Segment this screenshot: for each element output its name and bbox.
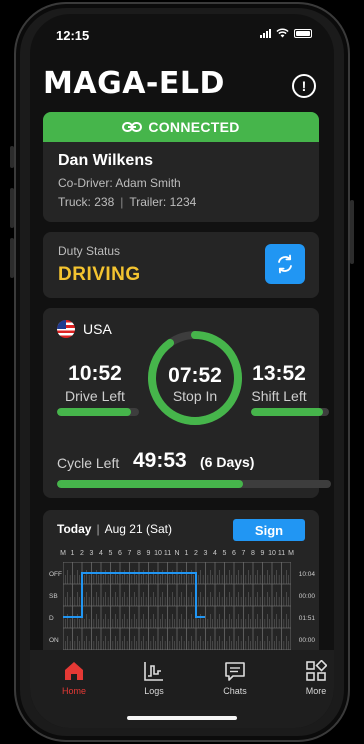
log-hour-label: 7 [127,550,132,557]
row-total-d: 01:51 [298,615,315,622]
log-hour-label: 1 [70,550,75,557]
truck-number: Truck: 238 [58,195,115,209]
log-hour-label: 6 [232,550,236,557]
battery-icon [294,28,312,38]
log-hour-label: 5 [222,550,227,557]
log-hour-label: 10 [268,550,276,557]
app-screen: 12:15 MAGA-ELD ! CONNECTED Dan Wilkens C… [30,14,334,728]
daily-log-card[interactable]: Today | Aug 21 (Sat) Sign M 1 2 3 4 5 6 7 8 9 10 11… [43,510,319,670]
stop-in-time: 07:52 [168,364,222,387]
shift-left-progress [251,408,329,416]
driver-card: CONNECTED Dan Wilkens Co-Driver: Adam Sm… [43,112,319,222]
sign-button[interactable]: Sign [233,519,305,541]
connection-status-bar[interactable]: CONNECTED [43,112,319,142]
bottom-navigation: Home Logs Chats More [30,650,334,728]
country-label: USA [83,321,112,337]
cycle-left-time: 49:53 [133,449,187,472]
log-hour-label: 3 [203,550,208,557]
more-grid-icon [306,660,327,681]
trailer-number: Trailer: 1234 [129,195,197,209]
log-hour-label: 4 [213,550,217,557]
codriver-label: Co-Driver: [58,176,113,190]
nav-more-label: More [305,686,327,696]
row-total-on: 00:00 [298,637,315,644]
log-hour-label: 10 [154,550,162,557]
chat-icon [225,662,245,681]
power-button [350,200,354,264]
mute-switch [10,146,14,168]
log-date-header: Today | Aug 21 (Sat) [57,522,172,536]
shift-left-time: 13:52 [252,362,306,385]
log-hour-label: 9 [260,550,265,557]
log-hour-label: 4 [99,550,103,557]
log-date: Aug 21 (Sat) [104,522,172,536]
row-total-off: 10:04 [298,571,315,578]
cycle-left-label: Cycle Left [57,455,120,471]
volume-down-button [10,238,14,278]
log-hour-label: N [174,550,180,557]
log-hour-label: 6 [118,550,122,557]
row-total-sb: 00:00 [298,593,315,600]
country-selector[interactable]: USA [57,320,112,338]
today-label: Today [57,522,92,536]
log-hour-label: M [60,550,66,557]
nav-home[interactable]: Home [44,660,104,696]
log-hour-label: 11 [277,550,286,557]
row-label-sb: SB [49,593,58,600]
hours-card: USA 10:52 Drive Left 07:52 Stop In 13:52… [43,308,331,498]
codriver-name: Adam Smith [115,176,181,190]
wifi-icon [276,28,289,38]
nav-chats-label: Chats [223,686,247,696]
duty-status-card: Duty Status DRIVING [43,232,319,298]
row-label-d: D [49,615,54,622]
drive-left-time: 10:52 [68,362,122,385]
nav-chats[interactable]: Chats [205,660,265,696]
link-icon [122,122,143,132]
nav-logs[interactable]: Logs [124,660,184,696]
info-circle-icon[interactable]: ! [292,74,316,98]
vehicle-line: Truck: 238 | Trailer: 1234 [58,195,197,209]
log-hour-label: M [288,550,294,557]
log-hour-label: 2 [80,550,84,557]
shift-left-label: Shift Left [251,388,307,404]
cycle-left-days: (6 Days) [200,454,255,470]
duty-status-label: Duty Status [58,244,121,258]
row-label-on: ON [49,637,59,644]
log-hour-label: 1 [184,550,189,557]
change-status-button[interactable] [265,244,305,284]
duty-status-value: DRIVING [58,264,141,285]
drive-left-label: Drive Left [65,388,125,404]
log-hour-label: 3 [89,550,94,557]
volume-up-button [10,188,14,228]
stop-in-label: Stop In [172,388,218,404]
row-label-off: OFF [49,571,62,578]
log-hour-label: 7 [241,550,246,557]
status-icons [260,28,312,38]
log-hour-label: 9 [146,550,151,557]
cellular-signal-icon [260,28,271,38]
app-title: MAGA-ELD [43,66,225,101]
logs-chart-icon [144,662,163,681]
clock: 12:15 [56,28,90,43]
us-flag-icon [57,320,75,338]
cycle-left-progress [57,480,331,488]
log-hour-label: 8 [137,550,141,557]
log-hour-label: 8 [251,550,255,557]
log-hour-label: 2 [194,550,198,557]
driver-name: Dan Wilkens [58,152,153,169]
nav-logs-label: Logs [144,686,164,696]
home-icon [65,662,83,680]
connection-label: CONNECTED [148,119,240,135]
log-graph-grid [63,562,291,651]
codriver-line: Co-Driver: Adam Smith [58,176,181,190]
log-hour-label: 5 [108,550,113,557]
drive-left-progress [57,408,139,416]
status-bar: 12:15 [30,14,334,54]
home-indicator [127,716,237,720]
nav-home-label: Home [61,686,86,696]
refresh-icon [278,254,292,274]
nav-more[interactable]: More [286,660,334,696]
log-hour-label: 11 [163,550,172,557]
